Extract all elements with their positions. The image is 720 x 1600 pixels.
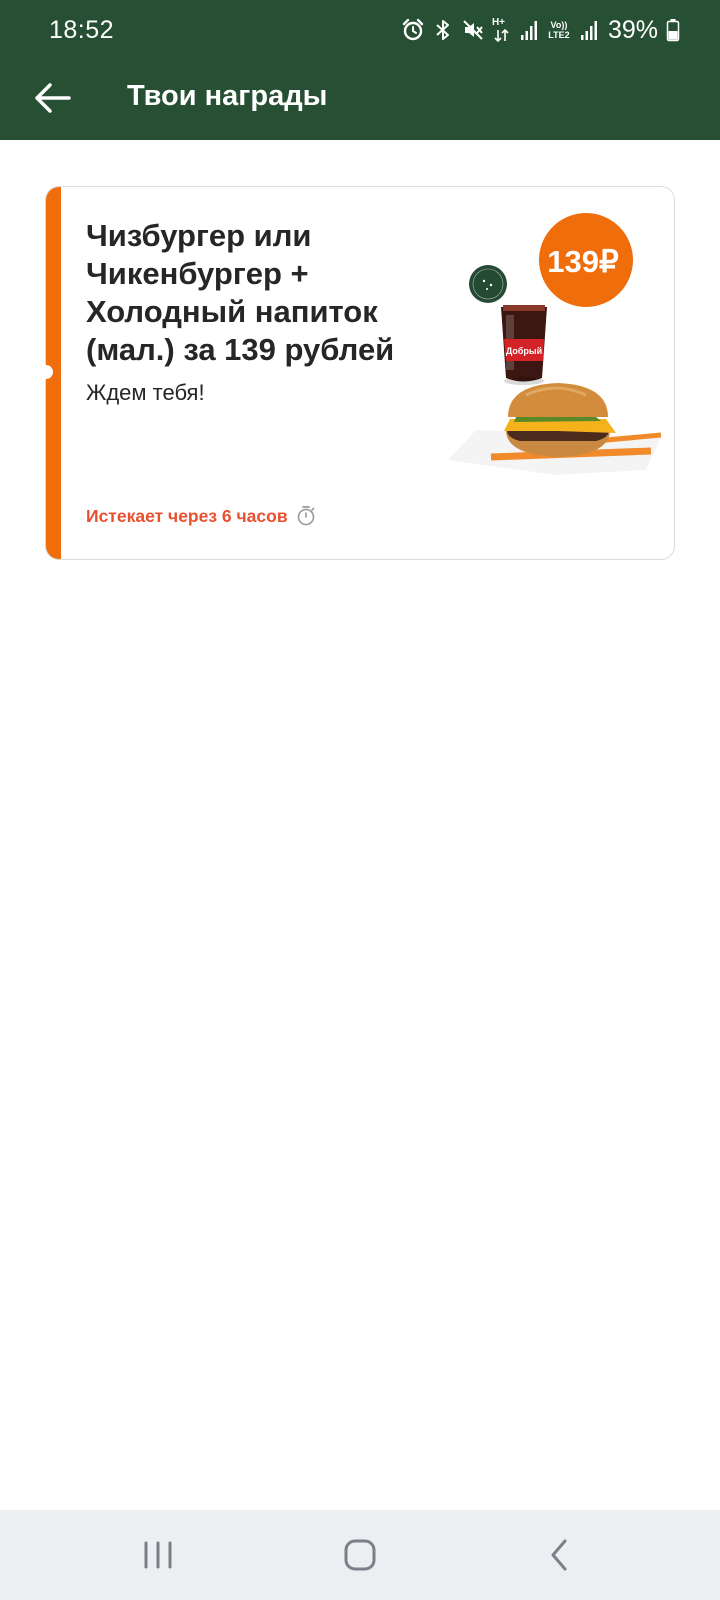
signal-icon — [520, 18, 538, 42]
nav-back-button[interactable] — [530, 1530, 590, 1580]
reward-card[interactable]: Чизбургер или Чикенбургер + Холодный нап… — [45, 186, 675, 560]
reward-title: Чизбургер или Чикенбургер + Холодный нап… — [86, 218, 395, 367]
recents-button[interactable] — [128, 1530, 188, 1580]
data-arrows-icon: H+ — [492, 18, 512, 42]
back-button[interactable] — [28, 74, 76, 122]
battery-percent: 39% — [607, 15, 658, 44]
drink-cup: Добрый — [501, 305, 547, 385]
recents-icon — [144, 1541, 172, 1569]
carbonated-stamp — [469, 265, 507, 303]
arrow-left-icon — [35, 83, 71, 113]
stopwatch-icon — [297, 506, 314, 526]
cheeseburger — [504, 383, 616, 457]
reward-subtitle: Ждем тебя! — [86, 380, 205, 405]
mute-icon — [462, 18, 484, 42]
system-nav-bar — [0, 1510, 720, 1600]
nav-back-icon — [551, 1539, 567, 1571]
cup-label: Добрый — [506, 346, 542, 356]
status-time: 18:52 — [49, 15, 115, 44]
alarm-icon — [402, 18, 424, 42]
price-badge: 139₽ — [539, 213, 633, 307]
battery-icon — [666, 18, 680, 42]
home-button[interactable] — [330, 1530, 390, 1580]
page-title: Твои награды — [127, 80, 328, 112]
status-bar: 18:52 H+ Vo)) LTE2 39% — [0, 0, 720, 60]
expiry-text: Истекает через 6 часов — [86, 505, 288, 526]
signal-icon — [580, 18, 598, 42]
volte-lte2-icon: Vo)) LTE2 — [548, 20, 570, 40]
app-bar: Твои награды — [0, 60, 720, 140]
header: 18:52 H+ Vo)) LTE2 39% Твои награды — [0, 0, 720, 140]
reward-expiry: Истекает через 6 часов — [86, 505, 316, 527]
price-badge-text: 139₽ — [547, 244, 619, 279]
reward-image: 139₽ Добрый — [446, 205, 671, 485]
status-icons: H+ Vo)) LTE2 39% — [402, 16, 680, 45]
bluetooth-icon — [432, 18, 454, 42]
home-icon — [344, 1539, 376, 1571]
